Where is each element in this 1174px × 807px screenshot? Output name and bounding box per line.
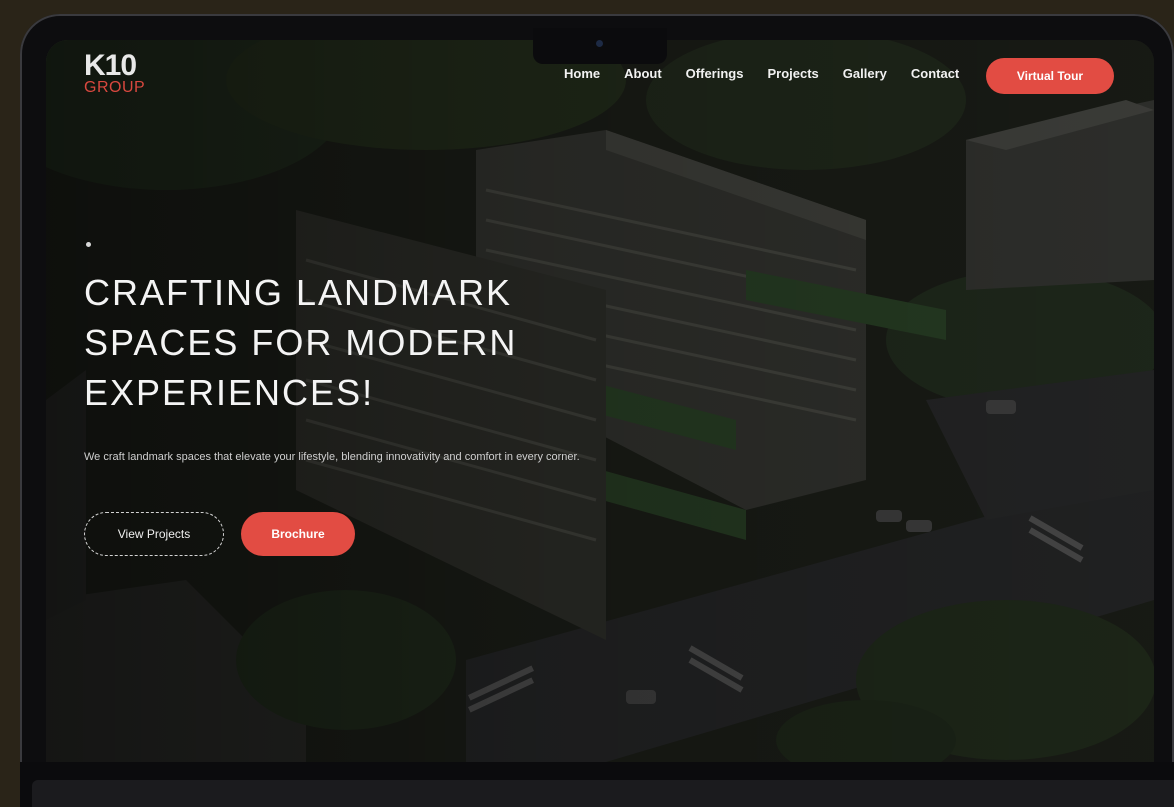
website-screen: K10 GROUP Home About Offerings Projects …: [46, 40, 1154, 762]
camera-notch: [533, 28, 667, 64]
logo[interactable]: K10 GROUP: [84, 49, 146, 96]
brochure-button[interactable]: Brochure: [241, 512, 355, 556]
nav-offerings[interactable]: Offerings: [686, 66, 744, 81]
hero-eyebrow: [86, 242, 99, 247]
camera-icon: [596, 40, 603, 47]
hero-title-line: EXPERIENCES!: [84, 372, 375, 413]
laptop-base: [32, 780, 1174, 807]
logo-mark: K10: [84, 49, 137, 82]
logo-subtitle: GROUP: [84, 79, 146, 96]
hero-description: We craft landmark spaces that elevate yo…: [84, 451, 580, 463]
nav-contact[interactable]: Contact: [911, 66, 959, 81]
hero-title: CRAFTING LANDMARK SPACES FOR MODERN EXPE…: [84, 268, 604, 418]
nav-gallery[interactable]: Gallery: [843, 66, 887, 81]
eyebrow-bullet-icon: [86, 242, 91, 247]
hero-title-line: CRAFTING LANDMARK: [84, 272, 513, 313]
virtual-tour-button[interactable]: Virtual Tour: [986, 58, 1114, 94]
view-projects-button[interactable]: View Projects: [84, 512, 224, 556]
nav-about[interactable]: About: [624, 66, 662, 81]
hero-title-line: SPACES FOR MODERN: [84, 322, 518, 363]
main-nav: Home About Offerings Projects Gallery Co…: [564, 66, 983, 81]
nav-projects[interactable]: Projects: [767, 66, 818, 81]
nav-home[interactable]: Home: [564, 66, 600, 81]
laptop-bottom-bezel: [20, 762, 1174, 807]
